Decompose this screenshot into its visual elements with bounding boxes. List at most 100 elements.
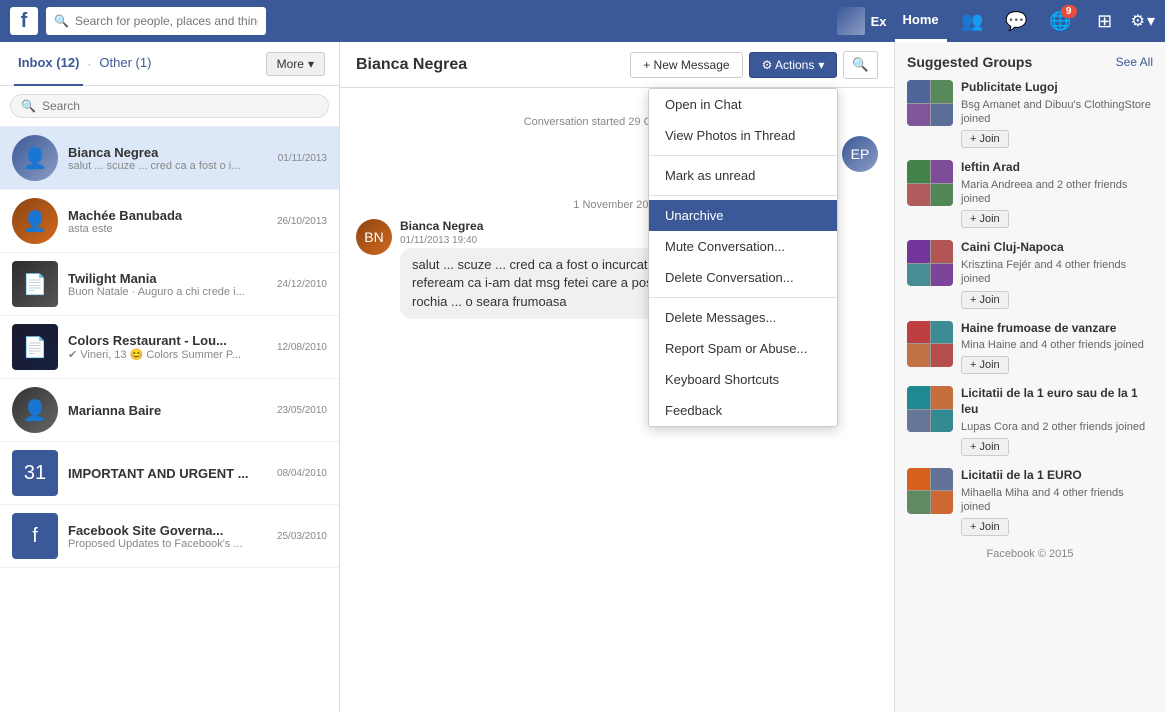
conv-name: Facebook Site Governa... <box>68 523 267 538</box>
group-members: Krisztina Fejér and 4 other friends join… <box>961 258 1153 287</box>
suggested-groups-title: Suggested Groups <box>907 54 1032 70</box>
search-input[interactable] <box>75 14 258 28</box>
actions-button[interactable]: ⚙ Actions ▾ <box>749 52 838 78</box>
group-name: Publicitate Lugoj <box>961 80 1153 96</box>
conversation-list: 👤 Bianca Negrea salut ... scuze ... cred… <box>0 127 339 712</box>
group-item: Licitatii de la 1 euro sau de la 1 leu L… <box>907 386 1153 455</box>
group-members: Maria Andreea and 2 other friends joined <box>961 178 1153 207</box>
group-name: Caini Cluj-Napoca <box>961 240 1153 256</box>
new-message-button[interactable]: + New Message <box>630 52 742 78</box>
group-avatar <box>907 468 953 514</box>
group-name: Licitatii de la 1 euro sau de la 1 leu <box>961 386 1153 417</box>
dropdown-divider <box>649 195 837 196</box>
center-panel: Bianca Negrea + New Message ⚙ Actions ▾ … <box>340 42 895 712</box>
conversation-item[interactable]: 📄 Twilight Mania Buon Natale · Auguro a … <box>0 253 339 316</box>
nav-user[interactable]: Ex <box>837 7 887 35</box>
conversation-item[interactable]: 31 IMPORTANT AND URGENT ... 08/04/2010 <box>0 442 339 505</box>
conv-name: IMPORTANT AND URGENT ... <box>68 466 267 481</box>
conv-info: Facebook Site Governa... Proposed Update… <box>68 523 267 550</box>
conversation-actions: + New Message ⚙ Actions ▾ 🔍 <box>630 51 878 79</box>
dropdown-menu-item[interactable]: Unarchive <box>649 200 837 231</box>
facebook-logo[interactable]: f <box>10 7 38 35</box>
nav-settings-btn[interactable]: ⚙ ▾ <box>1131 11 1155 31</box>
nav-apps-icon-btn[interactable]: ⊞ <box>1087 3 1123 39</box>
group-avatar <box>907 80 953 126</box>
group-name: Ieftin Arad <box>961 160 1153 176</box>
conv-name: Machée Banubada <box>68 208 267 223</box>
conv-avatar: 👤 <box>12 387 58 433</box>
dropdown-menu-item[interactable]: Open in Chat <box>649 89 837 120</box>
conv-date: 08/04/2010 <box>277 468 327 479</box>
join-group-button[interactable]: + Join <box>961 518 1009 536</box>
search-bar[interactable]: 🔍 <box>46 7 266 35</box>
dropdown-menu-item[interactable]: Mark as unread <box>649 160 837 191</box>
group-members: Lupas Cora and 2 other friends joined <box>961 420 1153 434</box>
conversation-item[interactable]: 📄 Colors Restaurant - Lou... ✔ Vineri, 1… <box>0 316 339 379</box>
nav-friends-icon-btn[interactable]: 👥 <box>955 3 991 39</box>
dropdown-divider <box>649 297 837 298</box>
other-tab[interactable]: Other (1) <box>95 42 155 86</box>
conversation-item[interactable]: 👤 Bianca Negrea salut ... scuze ... cred… <box>0 127 339 190</box>
see-all-link[interactable]: See All <box>1116 55 1153 69</box>
conv-preview: Buon Natale · Auguro a chi crede i... <box>68 286 267 298</box>
dropdown-menu-item[interactable]: Keyboard Shortcuts <box>649 364 837 395</box>
nav-username: Ex <box>871 14 887 29</box>
conv-avatar: 31 <box>12 450 58 496</box>
conv-date: 26/10/2013 <box>277 216 327 227</box>
conv-preview: salut ... scuze ... cred ca a fost o i..… <box>68 160 268 172</box>
join-group-button[interactable]: + Join <box>961 210 1009 228</box>
join-group-button[interactable]: + Join <box>961 438 1009 456</box>
group-members: Mina Haine and 4 other friends joined <box>961 338 1153 352</box>
conv-date: 23/05/2010 <box>277 405 327 416</box>
group-info: Licitatii de la 1 EURO Mihaella Miha and… <box>961 468 1153 536</box>
conv-avatar: 📄 <box>12 261 58 307</box>
conversation-item[interactable]: 👤 Marianna Baire 23/05/2010 <box>0 379 339 442</box>
group-info: Caini Cluj-Napoca Krisztina Fejér and 4 … <box>961 240 1153 308</box>
group-members: Mihaella Miha and 4 other friends joined <box>961 486 1153 515</box>
join-group-button[interactable]: + Join <box>961 130 1009 148</box>
dropdown-menu-item[interactable]: Delete Messages... <box>649 302 837 333</box>
dropdown-menu-item[interactable]: View Photos in Thread <box>649 120 837 151</box>
dropdown-menu-item[interactable]: Delete Conversation... <box>649 262 837 293</box>
search-icon: 🔍 <box>852 57 869 72</box>
conv-name: Bianca Negrea <box>68 145 268 160</box>
group-members: Bsg Amanet and Dibuu's ClothingStore joi… <box>961 98 1153 127</box>
chevron-down-icon: ▾ <box>308 57 314 71</box>
nav-messages-icon-btn[interactable]: 💬 <box>999 3 1035 39</box>
conv-avatar: 👤 <box>12 198 58 244</box>
left-panel: Inbox (12) · Other (1) More ▾ 🔍 👤 Bianca… <box>0 42 340 712</box>
conversation-search-input[interactable] <box>42 99 318 113</box>
dropdown-menu-item[interactable]: Feedback <box>649 395 837 426</box>
nav-home-link[interactable]: Home <box>895 0 947 42</box>
conv-info: Twilight Mania Buon Natale · Auguro a ch… <box>68 271 267 298</box>
conversation-title: Bianca Negrea <box>356 56 467 74</box>
search-box-inner[interactable]: 🔍 <box>10 94 329 118</box>
conversation-item[interactable]: f Facebook Site Governa... Proposed Upda… <box>0 505 339 568</box>
conversation-item[interactable]: 👤 Machée Banubada asta este 26/10/2013 <box>0 190 339 253</box>
more-button[interactable]: More ▾ <box>266 52 325 76</box>
nav-notifications-icon-btn[interactable]: 🌐 9 <box>1043 3 1079 39</box>
group-avatar <box>907 160 953 206</box>
search-icon: 🔍 <box>21 99 36 113</box>
inbox-tab[interactable]: Inbox (12) <box>14 42 83 86</box>
dropdown-menu-item[interactable]: Report Spam or Abuse... <box>649 333 837 364</box>
join-group-button[interactable]: + Join <box>961 356 1009 374</box>
message-avatar: EP <box>842 136 878 172</box>
group-item: Caini Cluj-Napoca Krisztina Fejér and 4 … <box>907 240 1153 308</box>
group-item: Haine frumoase de vanzare Mina Haine and… <box>907 321 1153 375</box>
conv-preview: Proposed Updates to Facebook's ... <box>68 538 267 550</box>
group-item: Ieftin Arad Maria Andreea and 2 other fr… <box>907 160 1153 228</box>
gear-icon: ⚙ <box>1131 11 1145 31</box>
conversation-search-box: 🔍 <box>0 86 339 127</box>
group-info: Publicitate Lugoj Bsg Amanet and Dibuu's… <box>961 80 1153 148</box>
conv-date: 24/12/2010 <box>277 279 327 290</box>
conv-info: Bianca Negrea salut ... scuze ... cred c… <box>68 145 268 172</box>
nav-avatar <box>837 7 865 35</box>
dropdown-menu-item[interactable]: Mute Conversation... <box>649 231 837 262</box>
join-group-button[interactable]: + Join <box>961 291 1009 309</box>
group-item: Publicitate Lugoj Bsg Amanet and Dibuu's… <box>907 80 1153 148</box>
conv-info: Colors Restaurant - Lou... ✔ Vineri, 13 … <box>68 333 267 361</box>
search-messages-button[interactable]: 🔍 <box>843 51 878 79</box>
conv-avatar: 👤 <box>12 135 58 181</box>
conv-preview: ✔ Vineri, 13 😊 Colors Summer P... <box>68 348 267 361</box>
